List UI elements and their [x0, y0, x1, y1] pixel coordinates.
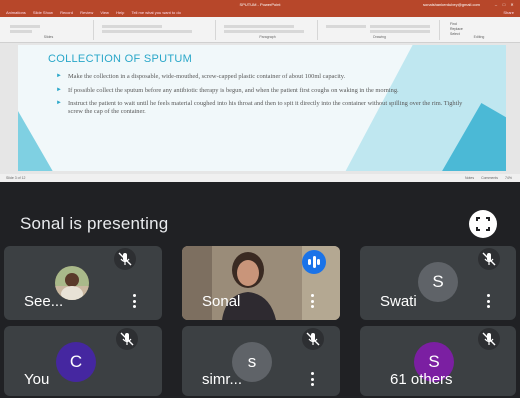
mic-off-icon-wrap — [478, 248, 500, 270]
fullscreen-button[interactable] — [469, 210, 497, 238]
mic-off-icon — [118, 252, 132, 266]
menu-help: Help — [116, 10, 125, 15]
ppt-statusbar: Slide 3 of 12 Notes Comments 74% — [0, 174, 520, 182]
mic-off-icon-wrap — [114, 248, 136, 270]
menu-slideshow: Slide Show — [32, 10, 53, 15]
more-vert-icon[interactable] — [486, 294, 490, 310]
ribbon-group-drawing: Drawing — [320, 20, 440, 40]
ribbon-group-paragraph: Paragraph — [218, 20, 318, 40]
menu-review: Review — [80, 10, 94, 15]
audio-level-icon — [302, 250, 326, 274]
participant-name: You — [24, 371, 50, 388]
mic-off-icon — [482, 332, 496, 346]
bullet-arrow-icon: ► — [56, 73, 62, 79]
participant-avatar: S — [418, 262, 458, 302]
ppt-account: sonalshankerdubey@gmail.com — [423, 2, 480, 7]
share-button: Share — [503, 10, 514, 15]
slide: COLLECTION OF SPUTUM ► Make the collectio… — [18, 45, 506, 171]
ppt-ribbon: Slides Paragraph Drawing Find Replace Se… — [0, 17, 520, 43]
participant-name: Sonal — [202, 293, 241, 310]
mic-off-icon — [120, 332, 134, 346]
slide-bullet: ► Instruct the patient to wait until he f… — [56, 100, 463, 115]
bullet-arrow-icon: ► — [56, 100, 62, 107]
slide-counter: Slide 3 of 12 — [6, 176, 26, 180]
notes-label: Notes — [464, 176, 475, 180]
bullet-arrow-icon: ► — [56, 86, 62, 93]
slide-bullet: ► If possible collect the sputum before a… — [56, 86, 399, 94]
participant-tile-you[interactable]: C You — [4, 326, 162, 396]
mic-off-icon — [306, 332, 320, 346]
participant-tile-others[interactable]: S 61 others — [360, 326, 516, 396]
ribbon-group-editing: Find Replace Select Editing — [450, 22, 485, 39]
more-vert-icon[interactable] — [132, 294, 136, 310]
participant-avatar: C — [56, 342, 96, 382]
slide-title: COLLECTION OF SPUTUM — [48, 53, 193, 65]
participant-tile-sonal[interactable]: Sonal — [182, 246, 340, 320]
menu-record: Record — [60, 10, 73, 15]
meet-window: SPUTUM - PowerPoint sonalshankerdubey@gm… — [0, 0, 520, 398]
window-controls: – □ ✕ — [492, 0, 516, 9]
mic-off-icon-wrap — [478, 328, 500, 350]
mic-off-icon-wrap — [116, 328, 138, 350]
participant-name: simr... — [202, 371, 242, 388]
ribbon-group-font — [96, 20, 216, 40]
fullscreen-icon — [476, 217, 490, 231]
presenting-label: Sonal is presenting — [20, 214, 169, 233]
more-vert-icon[interactable] — [310, 372, 314, 388]
participant-tile-see[interactable]: See... — [4, 246, 162, 320]
participant-name: See... — [24, 293, 64, 310]
menu-tellme: Tell me what you want to do — [131, 10, 181, 15]
menu-view: View — [100, 10, 109, 15]
menu-animations: Animations — [6, 10, 26, 15]
ribbon-group-slides: Slides — [4, 20, 94, 40]
ppt-menubar: Animations Slide Show Record Review View… — [0, 9, 520, 17]
comments-label: Comments — [481, 176, 498, 180]
slide-bullet: ► Make the collection in a disposable, wi… — [56, 73, 346, 80]
slide-stage: COLLECTION OF SPUTUM ► Make the collectio… — [0, 43, 520, 174]
participant-tile-swati[interactable]: S Swati — [360, 246, 516, 320]
participant-tile-simr[interactable]: s simr... — [182, 326, 340, 396]
shared-screen: SPUTUM - PowerPoint sonalshankerdubey@gm… — [0, 0, 520, 182]
participant-name: Swati — [380, 293, 417, 310]
minimize-icon: – — [494, 2, 498, 7]
more-vert-icon[interactable] — [310, 294, 314, 310]
participant-name: 61 others — [390, 371, 453, 388]
zoom-level: 74% — [504, 176, 512, 180]
close-icon: ✕ — [510, 2, 514, 7]
mic-off-icon-wrap — [302, 328, 324, 350]
slide-bullets: ► Make the collection in a disposable, wi… — [56, 73, 474, 121]
maximize-icon: □ — [502, 2, 506, 7]
mic-off-icon — [482, 252, 496, 266]
ppt-titlebar: SPUTUM - PowerPoint sonalshankerdubey@gm… — [0, 0, 520, 9]
